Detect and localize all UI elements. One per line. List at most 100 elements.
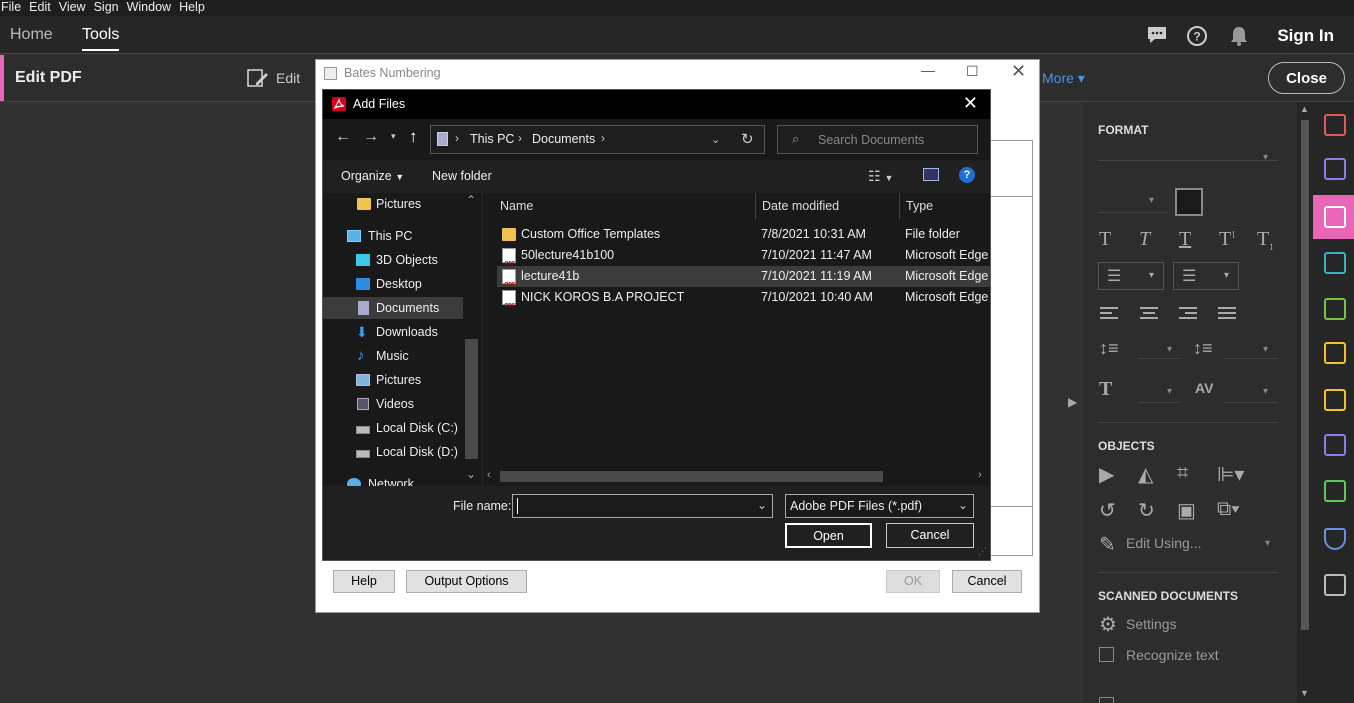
tab-tools[interactable]: Tools	[82, 26, 120, 51]
forward-arrow-icon[interactable]: →	[363, 128, 379, 146]
file-name-input[interactable]: ⌄	[512, 494, 773, 518]
comment-icon[interactable]	[1146, 25, 1168, 47]
send-for-review-icon[interactable]	[1324, 342, 1346, 364]
more-tools-icon[interactable]	[1324, 574, 1346, 596]
file-type-select[interactable]: Adobe PDF Files (*.pdf) ⌄	[785, 494, 974, 518]
text-align-icons[interactable]	[1099, 306, 1239, 322]
more-dropdown[interactable]: More ▾	[1042, 70, 1085, 87]
search-box[interactable]: ⌕ Search Documents	[777, 125, 978, 154]
menu-sign[interactable]: Sign	[94, 0, 127, 16]
create-pdf-icon[interactable]	[1324, 114, 1346, 136]
protect-shield-icon[interactable]	[1324, 528, 1346, 550]
text-normal-icon[interactable]: T	[1099, 228, 1111, 251]
nav-item-network[interactable]: Network	[323, 473, 463, 486]
nav-item-downloads[interactable]: ⬇ Downloads	[323, 321, 463, 343]
column-divider[interactable]	[755, 193, 756, 219]
close-tool-button[interactable]: Close	[1268, 62, 1345, 94]
text-superscript-icon[interactable]: T1	[1219, 228, 1236, 251]
comment-tool-icon[interactable]	[1324, 389, 1346, 411]
scrollbar-thumb[interactable]	[500, 471, 883, 482]
character-spacing-select[interactable]	[1223, 402, 1278, 403]
scrollbar-thumb[interactable]	[1301, 120, 1309, 630]
horizontal-scrollbar[interactable]: ‹ ›	[483, 468, 990, 485]
help-icon[interactable]: ?	[1186, 25, 1208, 47]
nav-item-videos[interactable]: Videos	[323, 393, 463, 415]
menu-window[interactable]: Window	[127, 0, 179, 16]
menu-edit[interactable]: Edit	[29, 0, 59, 16]
file-row[interactable]: Custom Office Templates 7/8/2021 10:31 A…	[497, 224, 990, 245]
help-icon[interactable]: ?	[959, 167, 975, 183]
character-scale-select[interactable]	[1138, 402, 1180, 403]
chevron-down-icon[interactable]: ⌄	[757, 498, 767, 512]
refresh-icon[interactable]: ↻	[741, 130, 754, 148]
flip-vertical-icon[interactable]: ◭	[1138, 462, 1153, 487]
nav-item-documents[interactable]: Documents	[323, 297, 463, 319]
text-italic-icon[interactable]: T	[1139, 228, 1150, 251]
menu-help[interactable]: Help	[179, 0, 213, 16]
nav-item-local-disk-c[interactable]: Local Disk (C:)	[323, 417, 463, 439]
rotate-left-icon[interactable]: ↺	[1099, 498, 1116, 523]
minimize-icon[interactable]: —	[921, 62, 935, 78]
crop-icon[interactable]: ⌗	[1177, 462, 1188, 485]
character-scale-icon[interactable]: T	[1099, 378, 1112, 401]
back-arrow-icon[interactable]: ←	[335, 128, 351, 146]
cancel-button[interactable]: Cancel	[886, 523, 974, 548]
column-header-type[interactable]: Type	[906, 199, 933, 213]
resize-grip-icon[interactable]: ⋰	[978, 546, 987, 557]
edit-pdf-tool-active[interactable]	[1313, 195, 1354, 239]
flip-horizontal-icon[interactable]: ▶	[1099, 462, 1114, 487]
text-subscript-icon[interactable]: T1	[1257, 228, 1274, 252]
new-folder-button[interactable]: New folder	[432, 169, 492, 183]
bates-cancel-button[interactable]: Cancel	[952, 570, 1022, 593]
combine-files-icon[interactable]	[1324, 158, 1346, 180]
fill-and-sign-icon[interactable]	[1324, 434, 1346, 456]
arrange-icon[interactable]: ⊫▾	[1217, 462, 1244, 487]
file-row[interactable]: 50lecture41b100 7/10/2021 11:47 AM Micro…	[497, 245, 990, 275]
scrollbar-thumb[interactable]	[465, 339, 478, 459]
maximize-icon[interactable]: ☐	[966, 63, 979, 80]
close-icon[interactable]: ✕	[1011, 61, 1026, 82]
rotate-right-icon[interactable]: ↻	[1138, 498, 1155, 523]
nav-item-local-disk-d[interactable]: Local Disk (D:)	[323, 441, 463, 463]
nav-item-pictures[interactable]: Pictures	[323, 369, 463, 391]
organize-menu[interactable]: Organize ▼	[341, 169, 404, 183]
settings-link[interactable]: Settings	[1126, 616, 1177, 632]
organize-pages-icon[interactable]	[1324, 298, 1346, 320]
font-size-select[interactable]	[1098, 212, 1168, 213]
preview-pane-icon[interactable]	[923, 168, 939, 181]
view-options-icon[interactable]: ☷ ▼	[868, 168, 893, 185]
group-icon[interactable]: ⧉▾	[1217, 498, 1240, 521]
edit-using-label[interactable]: Edit Using...	[1126, 535, 1201, 551]
export-pdf-icon[interactable]	[1324, 252, 1346, 274]
bates-help-button[interactable]: Help	[333, 570, 395, 593]
print-production-icon[interactable]	[1324, 480, 1346, 502]
chevron-down-icon[interactable]: ⌄	[711, 133, 720, 146]
numbered-list-dropdown[interactable]: ☰ ▾	[1173, 262, 1239, 290]
open-button[interactable]: Open	[785, 523, 872, 548]
paragraph-spacing-icon[interactable]: ↕≡	[1193, 338, 1213, 359]
bell-icon[interactable]	[1228, 25, 1250, 47]
breadcrumb-this-pc[interactable]: This PC	[470, 132, 514, 146]
nav-item-music[interactable]: ♪ Music	[323, 345, 463, 367]
up-arrow-icon[interactable]: ↑	[409, 127, 418, 147]
font-family-select[interactable]	[1098, 160, 1278, 161]
font-color-swatch[interactable]	[1175, 188, 1203, 216]
column-header-date[interactable]: Date modified	[762, 199, 839, 213]
breadcrumb-documents[interactable]: Documents	[532, 132, 595, 146]
tab-home[interactable]: Home	[10, 26, 53, 44]
sign-in-link[interactable]: Sign In	[1277, 26, 1334, 46]
replace-image-icon[interactable]: ▣	[1177, 498, 1196, 523]
close-icon[interactable]: ✕	[963, 93, 978, 114]
nav-item-3d-objects[interactable]: 3D Objects	[323, 249, 463, 271]
nav-item-this-pc[interactable]: This PC	[323, 225, 463, 247]
column-header-name[interactable]: Name	[500, 199, 533, 213]
address-bar[interactable]: › This PC › Documents › ⌄ ↻	[430, 125, 765, 154]
column-divider[interactable]	[899, 193, 900, 219]
panel-collapse-arrow-icon[interactable]: ▶	[1068, 395, 1077, 409]
chevron-down-icon[interactable]: ▾	[391, 131, 396, 142]
character-spacing-icon[interactable]: AV	[1195, 380, 1213, 396]
line-spacing-select[interactable]	[1138, 358, 1180, 359]
bullet-list-dropdown[interactable]: ☰ ▾	[1098, 262, 1164, 290]
menu-view[interactable]: View	[59, 0, 94, 16]
bates-ok-button[interactable]: OK	[886, 570, 940, 593]
